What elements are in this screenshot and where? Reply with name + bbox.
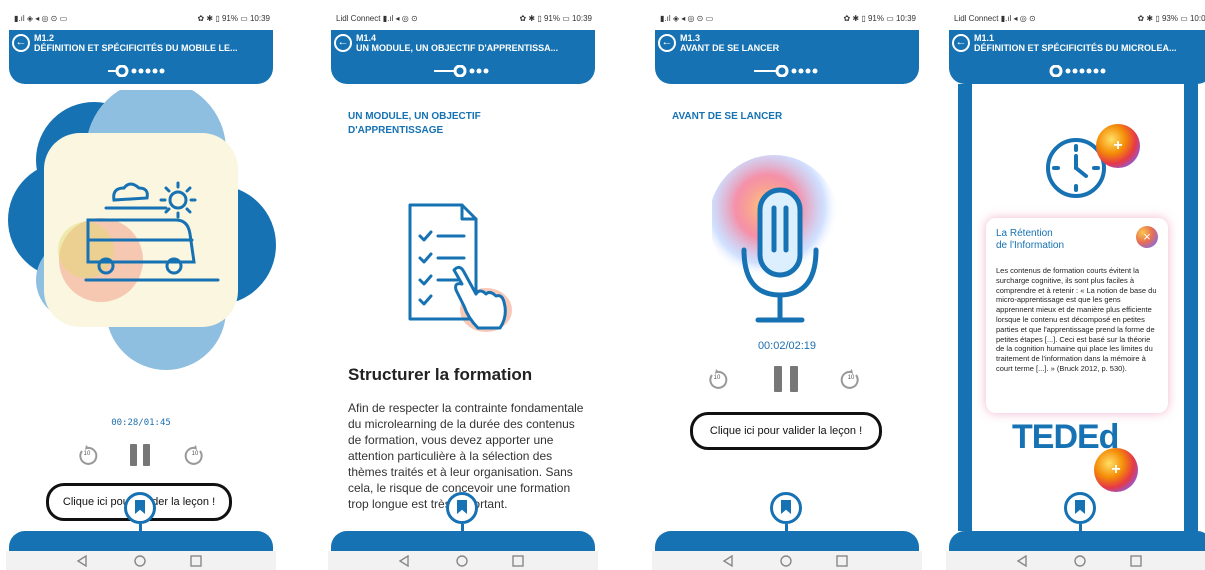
lesson-header: ← M1.1 DÉFINITION ET SPÉCIFICITÉS DU MIC… xyxy=(949,30,1205,84)
status-right: ✿ ✱ ▯ 91% ▭ 10:39 xyxy=(519,14,592,23)
status-bar: ▮.ıl ◈ ◂ ◎ ⊙ ▭ ✿ ✱ ▯ 91% ▭ 10:39 xyxy=(6,0,276,30)
phone-screen-m1-3: ▮.ıl ◈ ◂ ◎ ⊙ ▭ ✿ ✱ ▯ 91% ▭ 10:39 ← M1.3 … xyxy=(652,0,922,570)
status-bar: Lidl Connect ▮.ıl ◂ ◎ ⊙ ✿ ✱ ▯ 91% ▭ 10:3… xyxy=(328,0,598,30)
status-right: ✿ ✱ ▯ 93% ▭ 10:02 xyxy=(1137,14,1205,23)
nav-back-icon[interactable] xyxy=(722,555,734,567)
nav-back-icon[interactable] xyxy=(1016,555,1028,567)
status-left: Lidl Connect ▮.ıl ◂ ◎ ⊙ xyxy=(336,14,418,23)
android-nav-bar xyxy=(946,551,1205,570)
nav-back-icon[interactable] xyxy=(398,555,410,567)
lesson-title: DÉFINITION ET SPÉCIFICITÉS DU MICROLEA..… xyxy=(974,43,1177,53)
status-left: Lidl Connect ▮.ıl ◂ ◎ ⊙ xyxy=(954,14,1036,23)
lesson-title: UN MODULE, UN OBJECTIF D'APPRENTISSA... xyxy=(356,43,559,53)
lesson-code: M1.1 xyxy=(974,33,995,43)
android-nav-bar xyxy=(6,551,276,570)
pause-icon[interactable] xyxy=(774,366,800,392)
bookmark-icon[interactable] xyxy=(446,492,478,534)
nav-back-icon[interactable] xyxy=(76,555,88,567)
lesson-header: ← M1.3 AVANT DE SE LANCER xyxy=(655,30,919,84)
validate-lesson-button[interactable]: Clique ici pour valider la leçon ! xyxy=(690,412,882,450)
back-arrow-icon[interactable]: ← xyxy=(658,34,676,52)
bottom-bar xyxy=(655,531,919,551)
status-left: ▮.ıl ◈ ◂ ◎ ⊙ ▭ xyxy=(14,14,68,23)
back-arrow-icon[interactable]: ← xyxy=(952,34,970,52)
status-right: ✿ ✱ ▯ 91% ▭ 10:39 xyxy=(197,14,270,23)
bookmark-icon[interactable] xyxy=(1064,492,1096,534)
status-right: ✿ ✱ ▯ 91% ▭ 10:39 xyxy=(843,14,916,23)
forward-10-icon[interactable]: 10 xyxy=(184,444,206,466)
right-frame-bar xyxy=(1184,84,1198,531)
bottom-bar xyxy=(949,531,1205,551)
screens-collage: ▮.ıl ◈ ◂ ◎ ⊙ ▭ ✿ ✱ ▯ 91% ▭ 10:39 ← M1.2 … xyxy=(0,0,1205,570)
bookmark-icon[interactable] xyxy=(124,492,156,534)
phone-screen-m1-1: Lidl Connect ▮.ıl ◂ ◎ ⊙ ✿ ✱ ▯ 93% ▭ 10:0… xyxy=(946,0,1205,570)
phone-screen-m1-2: ▮.ıl ◈ ◂ ◎ ⊙ ▭ ✿ ✱ ▯ 91% ▭ 10:39 ← M1.2 … xyxy=(6,0,276,570)
progress-dots[interactable] xyxy=(9,64,273,82)
lesson-header: ← M1.4 UN MODULE, UN OBJECTIF D'APPRENTI… xyxy=(331,30,595,84)
lesson-code: M1.3 xyxy=(680,33,701,43)
card-title: La Rétention de l'Information xyxy=(996,228,1065,251)
status-bar: ▮.ıl ◈ ◂ ◎ ⊙ ▭ ✿ ✱ ▯ 91% ▭ 10:39 xyxy=(652,0,922,30)
audio-timecode: 00:28/01:45 xyxy=(111,418,171,428)
nav-home-icon[interactable] xyxy=(780,555,792,567)
progress-dots[interactable] xyxy=(331,64,595,82)
audio-timecode: 00:02/02:19 xyxy=(757,340,817,352)
expand-plus-button[interactable]: + xyxy=(1094,448,1138,492)
info-card: La Rétention de l'Information × Les cont… xyxy=(986,218,1168,413)
microphone-icon xyxy=(712,155,839,323)
lesson-title: DÉFINITION ET SPÉCIFICITÉS DU MOBILE LE.… xyxy=(34,43,238,53)
forward-10-icon[interactable]: 10 xyxy=(840,368,862,390)
expand-plus-button[interactable]: + xyxy=(1096,124,1140,168)
lesson-code: M1.2 xyxy=(34,33,55,43)
left-frame-bar xyxy=(958,84,972,531)
status-left: ▮.ıl ◈ ◂ ◎ ⊙ ▭ xyxy=(660,14,714,23)
nav-recents-icon[interactable] xyxy=(190,555,202,567)
replay-10-icon[interactable]: 10 xyxy=(706,368,728,390)
bottom-bar xyxy=(331,531,595,551)
section-title: AVANT DE SE LANCER xyxy=(672,111,783,122)
nav-recents-icon[interactable] xyxy=(836,555,848,567)
bottom-bar xyxy=(9,531,273,551)
android-nav-bar xyxy=(652,551,922,570)
nav-recents-icon[interactable] xyxy=(512,555,524,567)
back-arrow-icon[interactable]: ← xyxy=(334,34,352,52)
section-title: UN MODULE, UN OBJECTIF D'APPRENTISSAGE xyxy=(348,111,481,136)
nav-home-icon[interactable] xyxy=(1074,555,1086,567)
bookmark-icon[interactable] xyxy=(770,492,802,534)
nav-home-icon[interactable] xyxy=(134,555,146,567)
pause-icon[interactable] xyxy=(130,444,152,466)
bus-illustration xyxy=(8,90,276,370)
close-card-button[interactable]: × xyxy=(1136,226,1158,248)
nav-home-icon[interactable] xyxy=(456,555,468,567)
checklist-icon xyxy=(408,203,512,332)
card-body: Les contenus de formation courts évitent… xyxy=(996,266,1157,373)
nav-recents-icon[interactable] xyxy=(1130,555,1142,567)
status-bar: Lidl Connect ▮.ıl ◂ ◎ ⊙ ✿ ✱ ▯ 93% ▭ 10:0… xyxy=(946,0,1205,30)
back-arrow-icon[interactable]: ← xyxy=(12,34,30,52)
lesson-title: AVANT DE SE LANCER xyxy=(680,43,780,53)
lesson-heading: Structurer la formation xyxy=(348,365,533,384)
replay-10-icon[interactable]: 10 xyxy=(76,444,98,466)
progress-dots[interactable] xyxy=(949,64,1205,82)
phone-screen-m1-4: Lidl Connect ▮.ıl ◂ ◎ ⊙ ✿ ✱ ▯ 91% ▭ 10:3… xyxy=(328,0,598,570)
lesson-header: ← M1.2 DÉFINITION ET SPÉCIFICITÉS DU MOB… xyxy=(9,30,273,84)
android-nav-bar xyxy=(328,551,598,570)
lesson-code: M1.4 xyxy=(356,33,377,43)
progress-dots[interactable] xyxy=(655,64,919,82)
